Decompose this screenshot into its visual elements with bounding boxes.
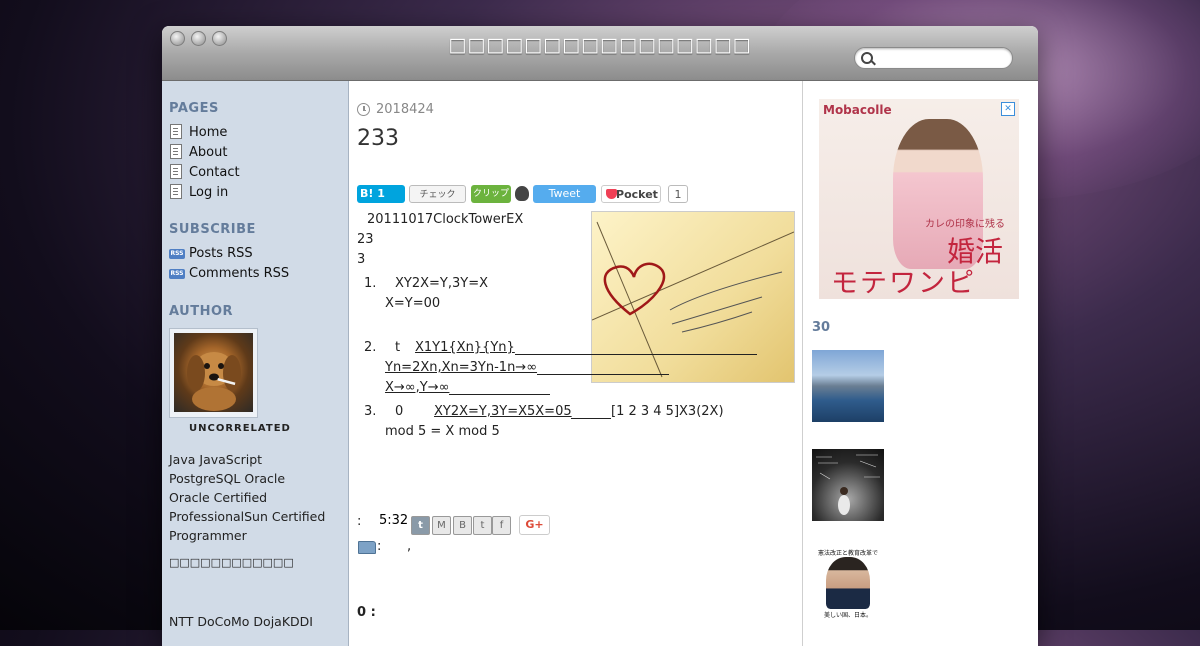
sidebar-link-contact[interactable]: Contact — [189, 165, 240, 180]
comments-rss-link[interactable]: Comments RSS — [189, 266, 289, 281]
clock-icon — [357, 103, 370, 116]
ad-headline-2: モテワンピ — [831, 268, 976, 299]
post-title[interactable]: 233 — [357, 126, 399, 151]
author-bio-line: Oracle Certified — [169, 490, 268, 505]
search-icon — [861, 52, 873, 64]
pocket-count: 1 — [668, 185, 688, 203]
author-bio-line: Programmer — [169, 528, 247, 543]
folder-icon — [358, 541, 376, 554]
underline-rule — [449, 394, 550, 395]
email-icon[interactable]: M — [432, 516, 451, 535]
underline-rule — [537, 374, 669, 375]
list-item-text: mod 5 = X mod 5 — [385, 424, 500, 439]
evernote-icon[interactable] — [515, 186, 529, 201]
sidebar-link-about[interactable]: About — [189, 145, 227, 160]
pocket-label: Pocket — [616, 188, 658, 201]
list-item-link[interactable]: X→∞,Y→∞ — [385, 380, 449, 395]
title-bar: □□□□□□□□□□□□□□□□ — [162, 26, 1038, 81]
list-item-link[interactable]: XY2X=Y,3Y=X5X=05 — [434, 404, 572, 419]
twitter-icon[interactable]: t — [473, 516, 492, 535]
post-intro: 20111017ClockTowerEX — [367, 212, 524, 227]
list-item-lead: 0 — [395, 404, 404, 419]
page-icon — [170, 124, 182, 139]
advertisement[interactable]: Mobacolle ✕ カレの印象に残る 婚活 モテワンピ — [819, 99, 1019, 299]
hatena-bookmark-button[interactable]: B! 1 — [357, 185, 405, 203]
posts-rss-link[interactable]: Posts RSS — [189, 246, 253, 261]
author-bio-jp: □□□□□□□□□□□□ — [169, 556, 294, 569]
tweet-button[interactable]: Tweet — [533, 185, 596, 203]
author-heading: AUTHOR — [169, 304, 234, 319]
category-separator: , — [407, 539, 412, 554]
thumbnail-portrait-figure — [826, 557, 870, 609]
left-sidebar: PAGES Home About Contact Log in SUBSCRIB… — [162, 81, 349, 646]
right-sidebar: Mobacolle ✕ カレの印象に残る 婚活 モテワンピ 30 憲法改正と教育… — [802, 81, 1038, 646]
featured-image — [591, 211, 795, 383]
post-content: 2018424 233 B! 1 チェック クリップ Tweet Pocket … — [349, 81, 802, 646]
ad-brand: Mobacolle — [823, 103, 892, 117]
page-icon — [170, 164, 182, 179]
time-label: : — [357, 514, 362, 529]
author-name: UNCORRELATED — [189, 423, 291, 434]
pages-heading: PAGES — [169, 101, 219, 116]
thumbnail-portrait[interactable]: 憲法改正と教育改革で 美しい国、日本。 — [812, 548, 884, 620]
ad-tagline: カレの印象に残る — [925, 219, 1005, 230]
list-number: 3. — [364, 404, 377, 419]
page-icon — [170, 184, 182, 199]
list-item-link[interactable]: X1Y1{Xn}{Yn} — [415, 340, 515, 355]
blogger-icon[interactable]: B — [453, 516, 472, 535]
thumbnail-caption-top: 憲法改正と教育改革で — [817, 550, 878, 557]
thumbnail-chalkboard[interactable] — [812, 449, 884, 521]
author-avatar — [174, 333, 253, 412]
browser-window: □□□□□□□□□□□□□□□□ PAGES Home About Contac… — [162, 26, 1038, 646]
comments-count[interactable]: 0 : — [357, 605, 376, 620]
post-time[interactable]: 5:32 — [379, 513, 408, 528]
google-plus-button[interactable]: G+ — [519, 515, 550, 535]
author-bio-line: ProfessionalSun Certified — [169, 509, 326, 524]
facebook-icon[interactable]: f — [492, 516, 511, 535]
author-bio-line: PostgreSQL Oracle — [169, 471, 286, 486]
list-item-text: [1 2 3 4 5]X3(2X) — [611, 404, 724, 419]
author-bio-tail: NTT DoCoMo DojaKDDI — [169, 614, 313, 629]
subscribe-heading: SUBSCRIBE — [169, 222, 256, 237]
category-label: : — [377, 539, 382, 554]
rss-icon: RSS — [169, 249, 185, 259]
sidebar-link-login[interactable]: Log in — [189, 185, 228, 200]
rss-icon: RSS — [169, 269, 185, 279]
section-heading: 30 — [812, 320, 831, 335]
author-bio-line: Java JavaScript — [169, 452, 263, 467]
close-icon[interactable]: ✕ — [1001, 102, 1015, 116]
search-field[interactable] — [854, 47, 1013, 69]
sidebar-link-home[interactable]: Home — [189, 125, 227, 140]
underline-rule — [571, 418, 611, 419]
pocket-button[interactable]: Pocket — [601, 185, 661, 203]
author-avatar-frame — [169, 328, 258, 418]
thumbnail-city[interactable] — [812, 350, 884, 422]
clip-button[interactable]: クリップ — [471, 185, 511, 203]
list-item-lead: t — [395, 340, 401, 355]
list-number: 2. — [364, 340, 377, 355]
underline-rule — [515, 354, 757, 355]
list-item-link[interactable]: Yn=2Xn,Xn=3Yn-1n→∞ — [385, 360, 537, 375]
tumblr-icon[interactable]: t — [411, 516, 430, 535]
mixi-check-button[interactable]: チェック — [409, 185, 466, 203]
list-number: 1. — [364, 276, 377, 291]
post-line: 23 — [357, 232, 374, 247]
post-date: 2018424 — [376, 102, 434, 117]
thumbnail-caption-bottom: 美しい国、日本。 — [812, 610, 884, 619]
post-line: 3 — [357, 252, 366, 267]
page-icon — [170, 144, 182, 159]
list-item-text: XY2X=Y,3Y=X — [395, 276, 488, 291]
list-item-text: X=Y=00 — [385, 296, 441, 311]
